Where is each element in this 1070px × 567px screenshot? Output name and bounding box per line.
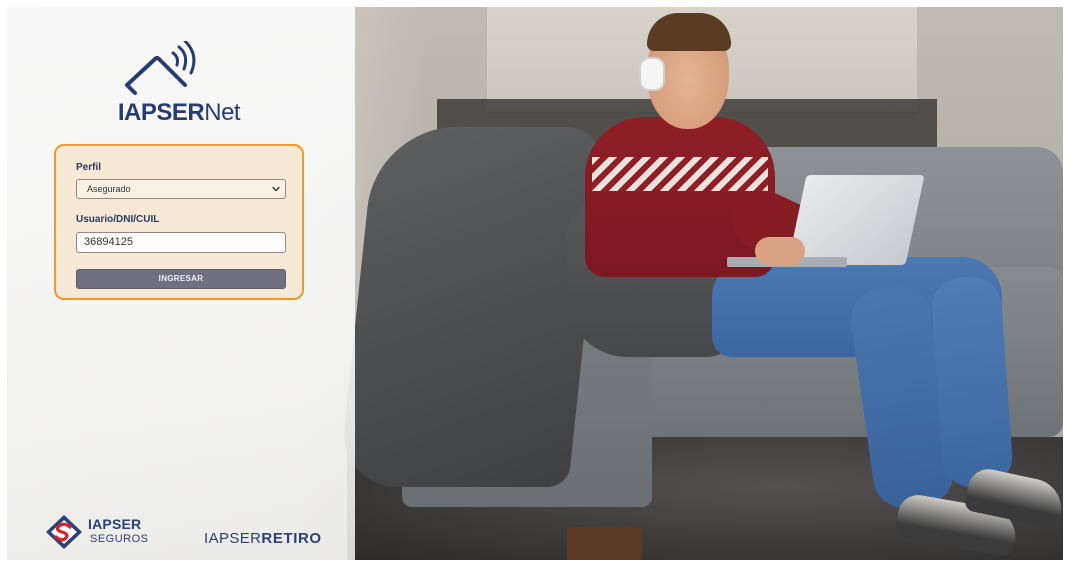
chevron-down-icon <box>272 186 280 192</box>
diamond-s-logo-icon <box>46 515 82 549</box>
brand-logo-text: IAPSERNet <box>89 99 269 127</box>
house-wifi-icon <box>125 41 196 95</box>
login-button[interactable]: INGRESAR <box>76 269 286 289</box>
user-input[interactable]: 36894125 <box>76 232 286 253</box>
retiro-suffix: RETIRO <box>261 530 322 547</box>
seguros-subtitle: SEGUROS <box>90 533 149 545</box>
photo-laptop <box>787 175 925 265</box>
profile-label: Perfil <box>76 162 102 173</box>
left-panel: IAPSERNet Perfil Asegurado Usuario/DNI/C… <box>7 7 355 560</box>
login-form: Perfil Asegurado Usuario/DNI/CUIL 368941… <box>54 144 304 300</box>
iapser-retiro-logo: IAPSERRETIRO <box>204 530 322 547</box>
profile-select[interactable]: Asegurado <box>76 179 286 199</box>
user-label: Usuario/DNI/CUIL <box>76 214 160 225</box>
login-page: IAPSERNet Perfil Asegurado Usuario/DNI/C… <box>7 7 1063 560</box>
photo-headphone <box>639 57 665 91</box>
brand-name-light: Net <box>204 99 241 126</box>
profile-select-value: Asegurado <box>87 184 131 194</box>
photo-sofa-leg <box>567 527 642 560</box>
iapser-seguros-logo: IAPSER SEGUROS <box>44 513 154 551</box>
photo-blanket <box>338 127 606 487</box>
photo-sweater-pattern <box>592 157 768 191</box>
photo-jeans-leg <box>929 274 1015 490</box>
retiro-prefix: IAPSER <box>204 530 262 547</box>
brand-name-strong: IAPSER <box>117 99 205 126</box>
seguros-name: IAPSER <box>88 516 142 532</box>
photo-person-hand <box>755 237 805 265</box>
photo-person-hair <box>647 13 731 51</box>
